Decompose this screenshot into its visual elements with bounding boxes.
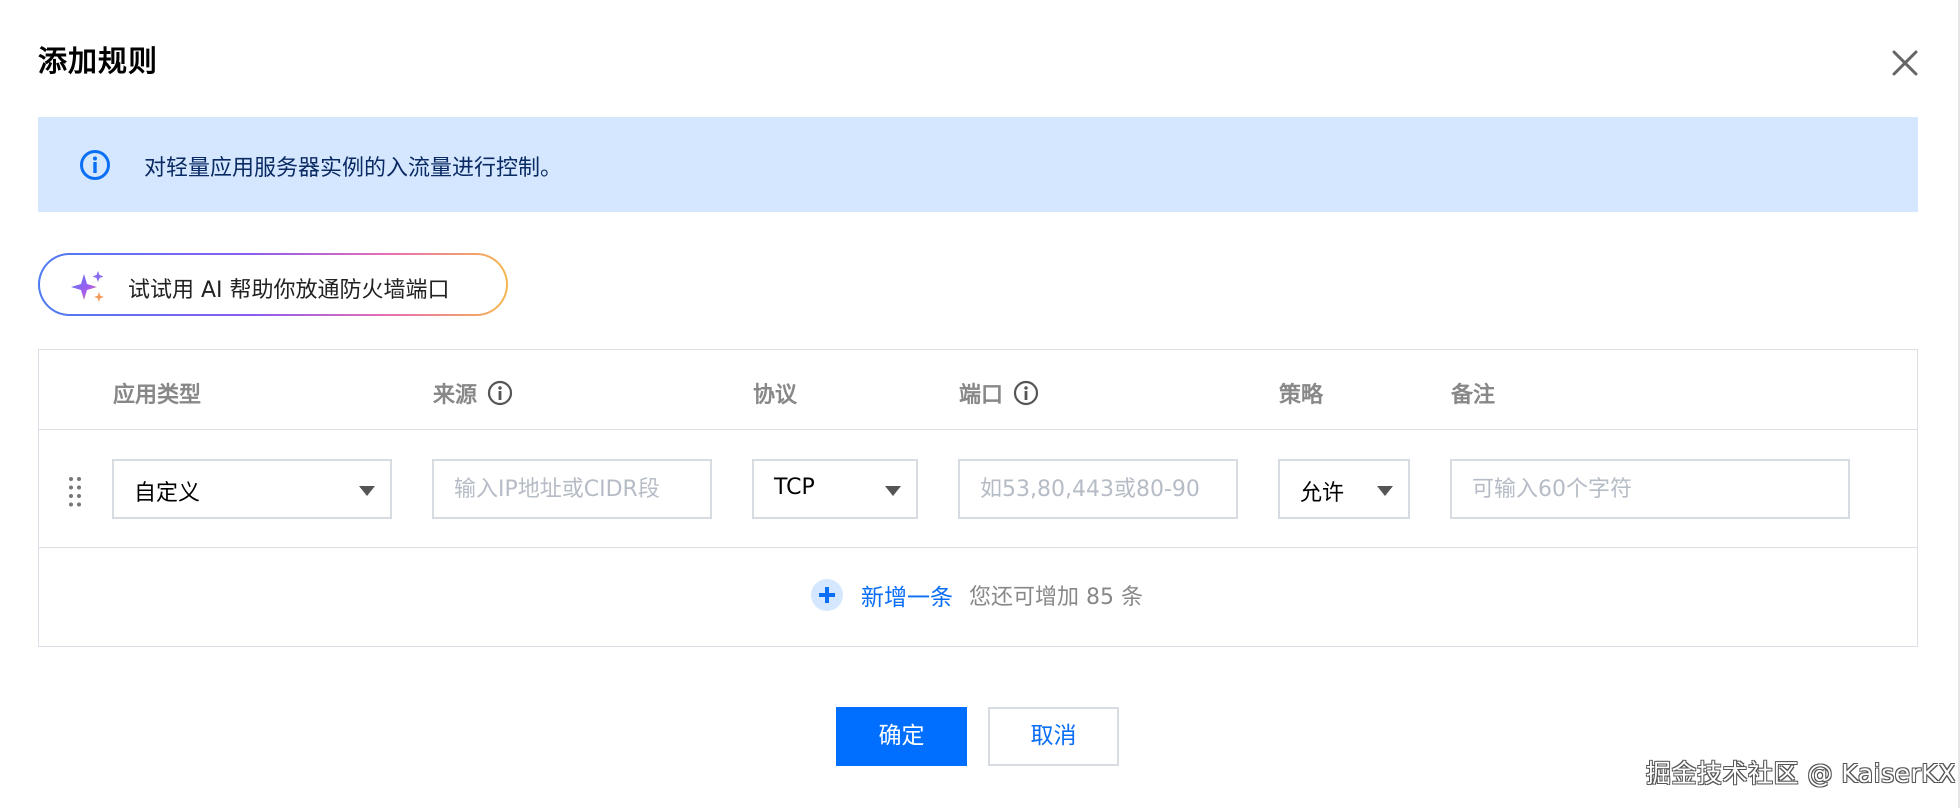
- drag-handle-icon[interactable]: [67, 476, 83, 508]
- add-rule-dialog: 添加规则 对轻量应用服务器实例的入流量进行控制。 试试用 AI 帮助你放通防火墙…: [0, 0, 1960, 808]
- header-remark-label: 备注: [1451, 383, 1496, 408]
- sparkle-icon: [71, 271, 104, 302]
- ai-assist-button[interactable]: 试试用 AI 帮助你放通防火墙端口: [38, 253, 508, 316]
- remark-input-wrap: [1450, 459, 1850, 519]
- app-type-value: 自定义: [134, 481, 201, 506]
- chevron-down-icon: [885, 486, 901, 496]
- add-rule-link[interactable]: 新增一条: [861, 578, 953, 612]
- info-banner: 对轻量应用服务器实例的入流量进行控制。: [38, 117, 1918, 212]
- header-policy-label: 策略: [1279, 383, 1324, 408]
- header-port-label: 端口: [959, 383, 1004, 408]
- header-remark: 备注: [1451, 377, 1495, 409]
- policy-value: 允许: [1300, 481, 1345, 506]
- port-input-wrap: [958, 459, 1238, 519]
- protocol-select[interactable]: TCP: [752, 459, 918, 519]
- header-port: 端口: [959, 377, 1039, 409]
- info-text: 对轻量应用服务器实例的入流量进行控制。: [144, 156, 563, 181]
- info-tip-icon[interactable]: [487, 380, 513, 406]
- info-icon: [80, 150, 110, 180]
- header-source: 来源: [433, 377, 513, 409]
- header-app-type: 应用类型: [113, 377, 201, 409]
- table-header: 应用类型 来源 协议 端口 策略 备注: [39, 350, 1917, 430]
- header-protocol-label: 协议: [753, 383, 798, 408]
- remark-input[interactable]: [1452, 461, 1848, 517]
- chevron-down-icon: [1377, 486, 1393, 496]
- source-input[interactable]: [434, 461, 710, 517]
- ai-assist-label: 试试用 AI 帮助你放通防火墙端口: [128, 278, 450, 303]
- header-policy: 策略: [1279, 377, 1323, 409]
- header-source-label: 来源: [433, 383, 478, 408]
- port-input[interactable]: [960, 461, 1236, 517]
- source-input-wrap: [432, 459, 712, 519]
- policy-select[interactable]: 允许: [1278, 459, 1410, 519]
- confirm-button[interactable]: 确定: [836, 707, 967, 766]
- app-type-select[interactable]: 自定义: [112, 459, 392, 519]
- dialog-title: 添加规则: [38, 44, 159, 78]
- cancel-button[interactable]: 取消: [988, 707, 1119, 766]
- add-row-section: 新增一条 您还可增加 85 条: [39, 548, 1917, 646]
- watermark: 掘金技术社区 @ KaiserKX: [1646, 759, 1956, 788]
- add-rule-control: 新增一条 您还可增加 85 条: [811, 578, 1143, 612]
- chevron-down-icon: [359, 486, 375, 496]
- remaining-count-text: 您还可增加 85 条: [969, 585, 1143, 610]
- close-icon[interactable]: [1888, 46, 1922, 80]
- header-protocol: 协议: [753, 377, 797, 409]
- protocol-value: TCP: [774, 475, 815, 500]
- plus-circle-icon[interactable]: [811, 579, 843, 611]
- header-app-type-label: 应用类型: [113, 383, 202, 408]
- info-tip-icon[interactable]: [1013, 380, 1039, 406]
